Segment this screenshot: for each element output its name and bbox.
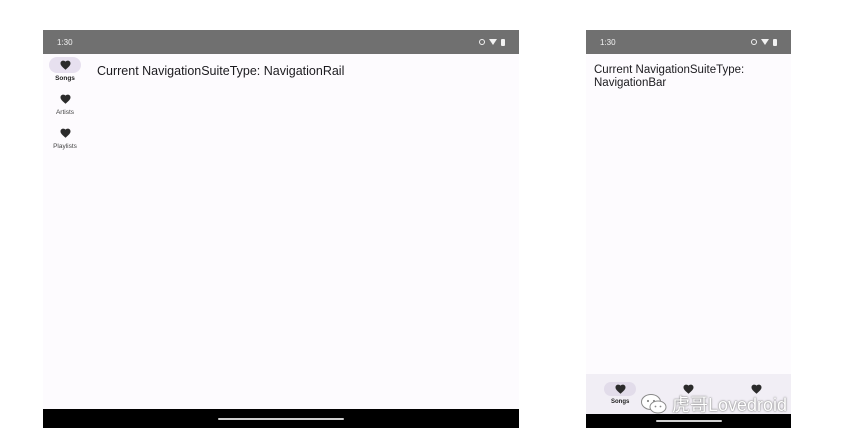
battery-icon xyxy=(773,38,777,46)
gesture-handle[interactable] xyxy=(218,417,344,420)
wechat-icon xyxy=(641,394,667,414)
rail-item-label: Playlists xyxy=(53,143,77,150)
heart-icon xyxy=(60,94,70,104)
status-icons xyxy=(479,38,505,46)
gesture-handle[interactable] xyxy=(655,420,722,422)
heart-icon xyxy=(60,60,70,70)
watermark-text: 虎哥Lovedroid xyxy=(672,395,788,415)
rail-item-songs[interactable]: Songs xyxy=(43,57,87,88)
screenshot-stage: 1:30 Songs Artists Playlists Current Nav… xyxy=(0,0,841,441)
status-bar: 1:30 xyxy=(586,30,791,54)
battery-icon xyxy=(501,38,505,46)
status-bar: 1:30 xyxy=(43,30,519,54)
rail-item-label: Artists xyxy=(55,109,75,116)
status-icons xyxy=(751,38,777,46)
rail-item-artists[interactable]: Artists xyxy=(43,91,87,122)
bar-item-songs[interactable]: Songs xyxy=(595,382,645,405)
dnd-icon xyxy=(479,39,485,45)
bar-item-label: Songs xyxy=(610,399,630,405)
rail-item-playlists[interactable]: Playlists xyxy=(43,125,87,156)
gesture-navigation-area[interactable] xyxy=(43,409,519,428)
wifi-icon xyxy=(761,39,769,45)
rail-indicator xyxy=(49,91,81,107)
device-navigation-bar: 1:30 Current NavigationSuiteType: Naviga… xyxy=(586,30,791,428)
dnd-icon xyxy=(751,39,757,45)
rail-indicator xyxy=(49,125,81,141)
heart-icon xyxy=(615,384,626,394)
wifi-icon xyxy=(489,39,497,45)
heart-icon xyxy=(60,128,70,138)
rail-item-label: Songs xyxy=(55,75,75,82)
navigation-suite-type-text: Current NavigationSuiteType: NavigationR… xyxy=(97,64,345,78)
device-navigation-rail: 1:30 Songs Artists Playlists Current Nav… xyxy=(43,30,519,428)
status-time: 1:30 xyxy=(57,37,73,47)
navigation-rail: Songs Artists Playlists xyxy=(43,54,87,156)
navigation-suite-type-text: Current NavigationSuiteType: NavigationB… xyxy=(594,64,745,89)
status-time: 1:30 xyxy=(600,37,616,47)
rail-active-indicator xyxy=(49,57,81,73)
watermark: 虎哥Lovedroid xyxy=(640,390,787,418)
bar-active-indicator xyxy=(604,382,637,396)
